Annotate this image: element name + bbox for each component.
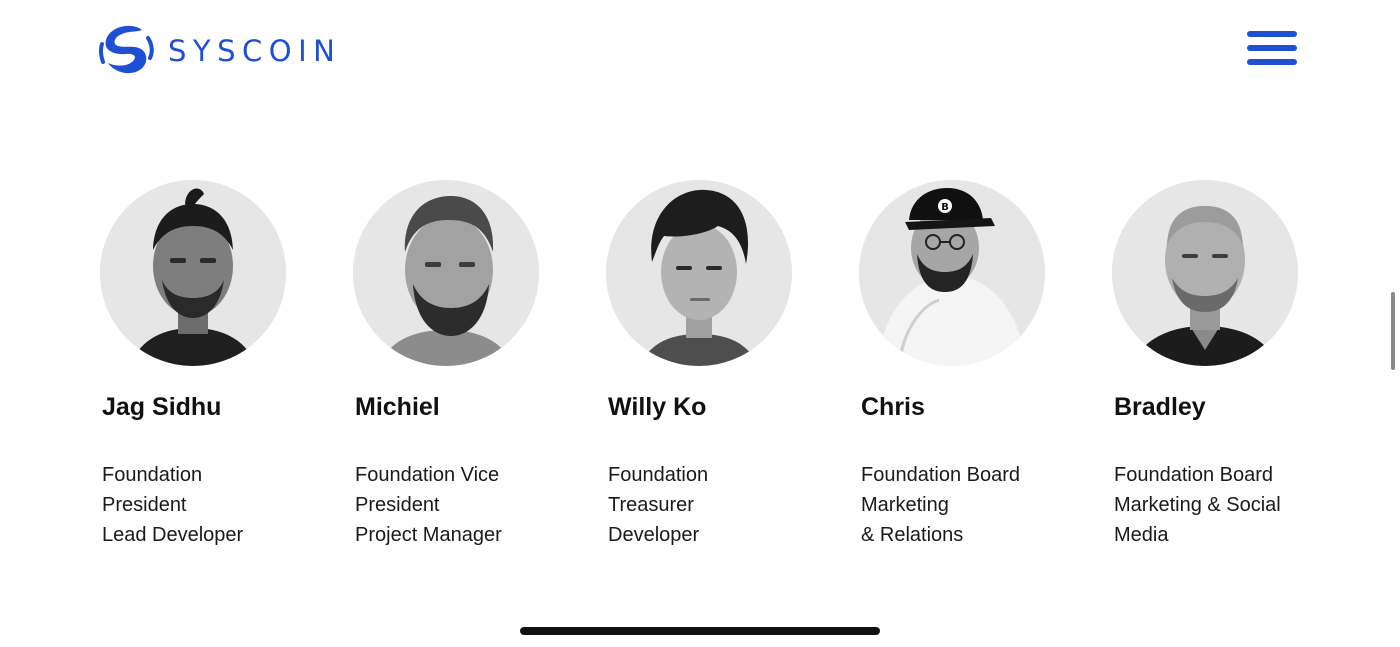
- role-line: Treasurer: [608, 494, 694, 516]
- member-name: Jag Sidhu: [102, 393, 222, 421]
- role-line: Foundation: [102, 464, 203, 486]
- team-section: Jag Sidhu Foundation President Lead Deve…: [100, 180, 1330, 560]
- role-line: Foundation Board: [861, 464, 1021, 486]
- member-photo: [1112, 180, 1298, 366]
- syscoin-logo-icon: [98, 25, 154, 74]
- role-line: Marketing: [861, 494, 949, 516]
- role-line: Developer: [608, 524, 700, 546]
- member-name: Bradley: [1114, 393, 1206, 421]
- team-member-card: Jag Sidhu Foundation President Lead Deve…: [100, 180, 330, 546]
- member-name: Chris: [861, 393, 925, 421]
- team-member-card: Willy Ko Foundation Treasurer Developer: [606, 180, 836, 546]
- scrollbar[interactable]: [1391, 292, 1395, 370]
- brand-name: SYSCOIN: [168, 33, 342, 68]
- team-member-card: B Chris Foundation Board Marketing & Rel…: [859, 180, 1089, 546]
- member-role: Foundation Vice President Project Manage…: [355, 460, 555, 550]
- member-photo: [353, 180, 539, 366]
- member-photo: [606, 180, 792, 366]
- role-line: President: [355, 494, 440, 516]
- portrait-image: B: [859, 180, 1045, 366]
- role-line: Media: [1114, 524, 1169, 546]
- syscoin-logo-link[interactable]: SYSCOIN: [98, 24, 341, 78]
- site-header: SYSCOIN: [0, 0, 1400, 100]
- hamburger-menu-icon[interactable]: [1246, 29, 1298, 69]
- role-line: Foundation Vice: [355, 464, 500, 486]
- member-name: Willy Ko: [608, 393, 707, 421]
- member-name: Michiel: [355, 393, 440, 421]
- svg-text:B: B: [941, 202, 949, 213]
- member-role: Foundation Board Marketing & Relations: [861, 460, 1061, 550]
- portrait-image: [1112, 180, 1298, 366]
- portrait-image: [353, 180, 539, 366]
- member-role: Foundation President Lead Developer: [102, 460, 302, 550]
- role-line: Project Manager: [355, 524, 502, 546]
- role-line: Foundation Board: [1114, 464, 1274, 486]
- role-line: Marketing & Social: [1114, 494, 1281, 516]
- team-member-card: Bradley Foundation Board Marketing & Soc…: [1112, 180, 1342, 546]
- member-photo: [100, 180, 286, 366]
- member-photo: B: [859, 180, 1045, 366]
- portrait-image: [100, 180, 286, 366]
- menu-bar: [1247, 45, 1297, 51]
- role-line: & Relations: [861, 524, 964, 546]
- portrait-image: [606, 180, 792, 366]
- menu-bar: [1247, 31, 1297, 37]
- menu-bar: [1247, 59, 1297, 65]
- role-line: Foundation: [608, 464, 709, 486]
- team-member-card: Michiel Foundation Vice President Projec…: [353, 180, 583, 546]
- home-indicator[interactable]: [520, 627, 880, 635]
- member-role: Foundation Board Marketing & Social Medi…: [1114, 460, 1314, 550]
- role-line: President: [102, 494, 187, 516]
- member-role: Foundation Treasurer Developer: [608, 460, 808, 550]
- role-line: Lead Developer: [102, 524, 244, 546]
